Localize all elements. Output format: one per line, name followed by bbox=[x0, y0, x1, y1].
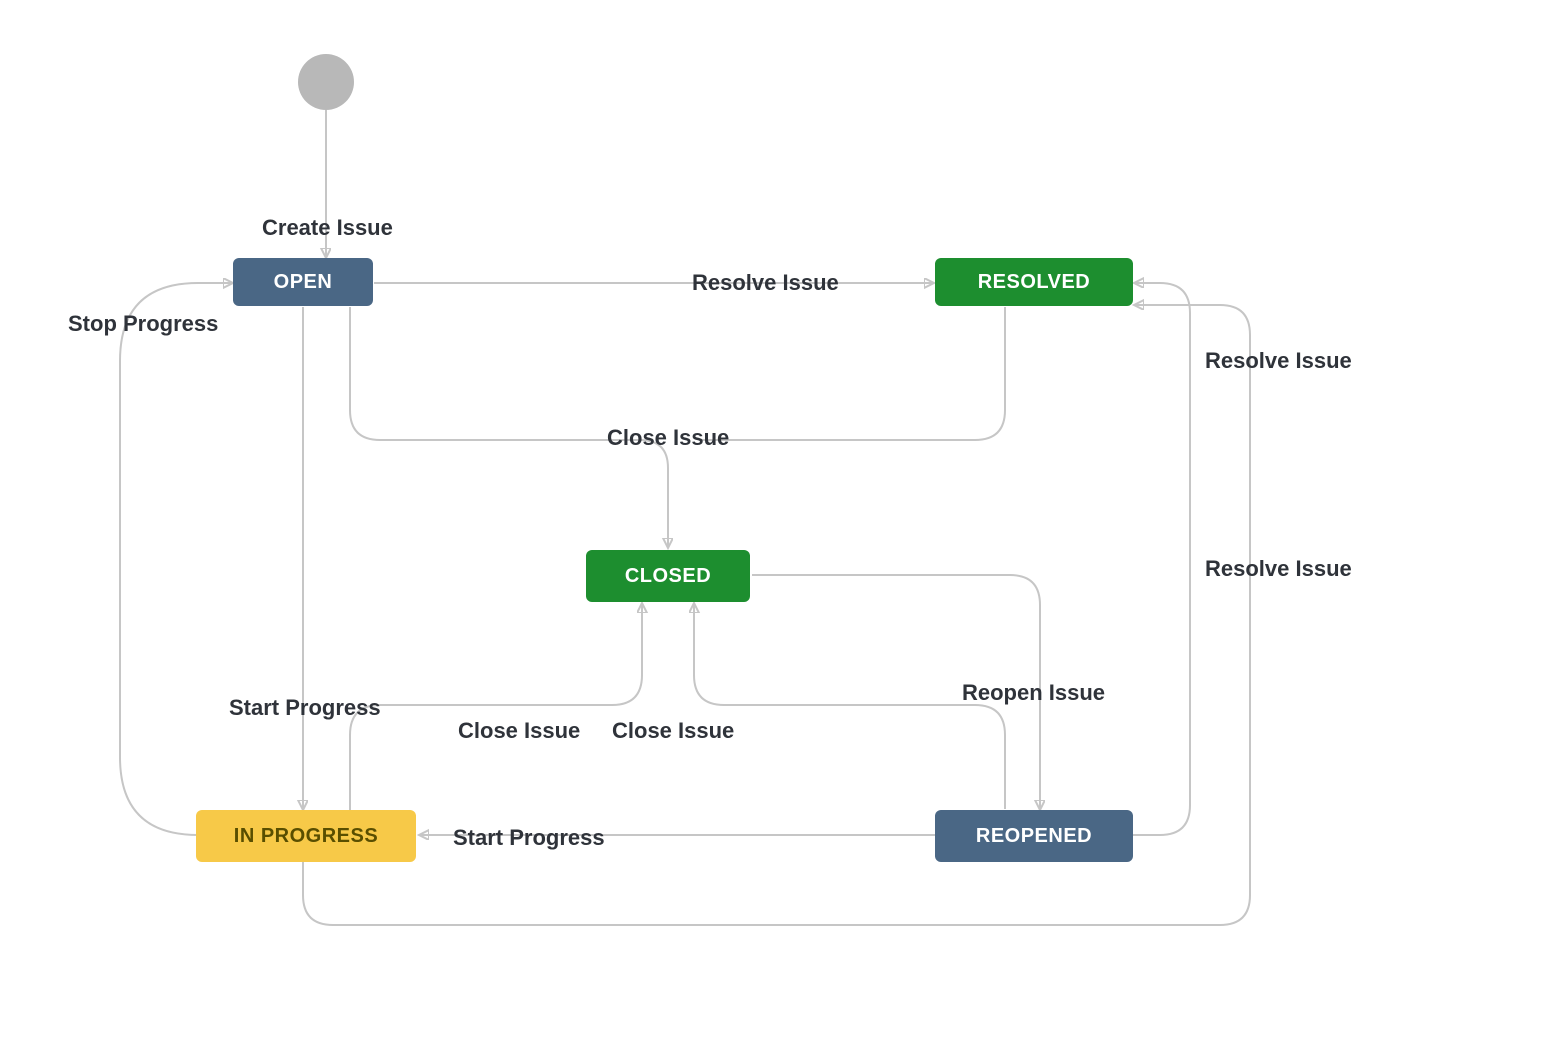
state-in-progress[interactable]: IN PROGRESS bbox=[196, 810, 416, 862]
state-open[interactable]: OPEN bbox=[233, 258, 373, 306]
label-stop-progress: Stop Progress bbox=[68, 311, 218, 337]
label-resolve-issue-inprog: Resolve Issue bbox=[1205, 556, 1352, 582]
edges-layer bbox=[0, 0, 1557, 1047]
label-start-progress-reopened: Start Progress bbox=[453, 825, 605, 851]
start-node bbox=[298, 54, 354, 110]
label-reopen-issue: Reopen Issue bbox=[962, 680, 1105, 706]
state-closed[interactable]: CLOSED bbox=[586, 550, 750, 602]
label-close-issue-inprog: Close Issue bbox=[458, 718, 580, 744]
label-resolve-issue-reopened: Resolve Issue bbox=[1205, 348, 1352, 374]
edge-inprogress-to-open bbox=[120, 283, 232, 835]
edge-resolved-to-closed bbox=[700, 307, 1005, 440]
workflow-diagram: OPEN RESOLVED CLOSED IN PROGRESS REOPENE… bbox=[0, 0, 1557, 1047]
label-start-progress: Start Progress bbox=[229, 695, 381, 721]
label-resolve-issue-open: Resolve Issue bbox=[692, 270, 839, 296]
label-create-issue: Create Issue bbox=[262, 215, 393, 241]
edge-reopened-to-resolved bbox=[1133, 283, 1190, 835]
label-close-issue-reopened: Close Issue bbox=[612, 718, 734, 744]
edge-reopened-to-closed bbox=[694, 604, 1005, 809]
state-resolved[interactable]: RESOLVED bbox=[935, 258, 1133, 306]
label-close-issue-open: Close Issue bbox=[607, 425, 729, 451]
state-reopened[interactable]: REOPENED bbox=[935, 810, 1133, 862]
